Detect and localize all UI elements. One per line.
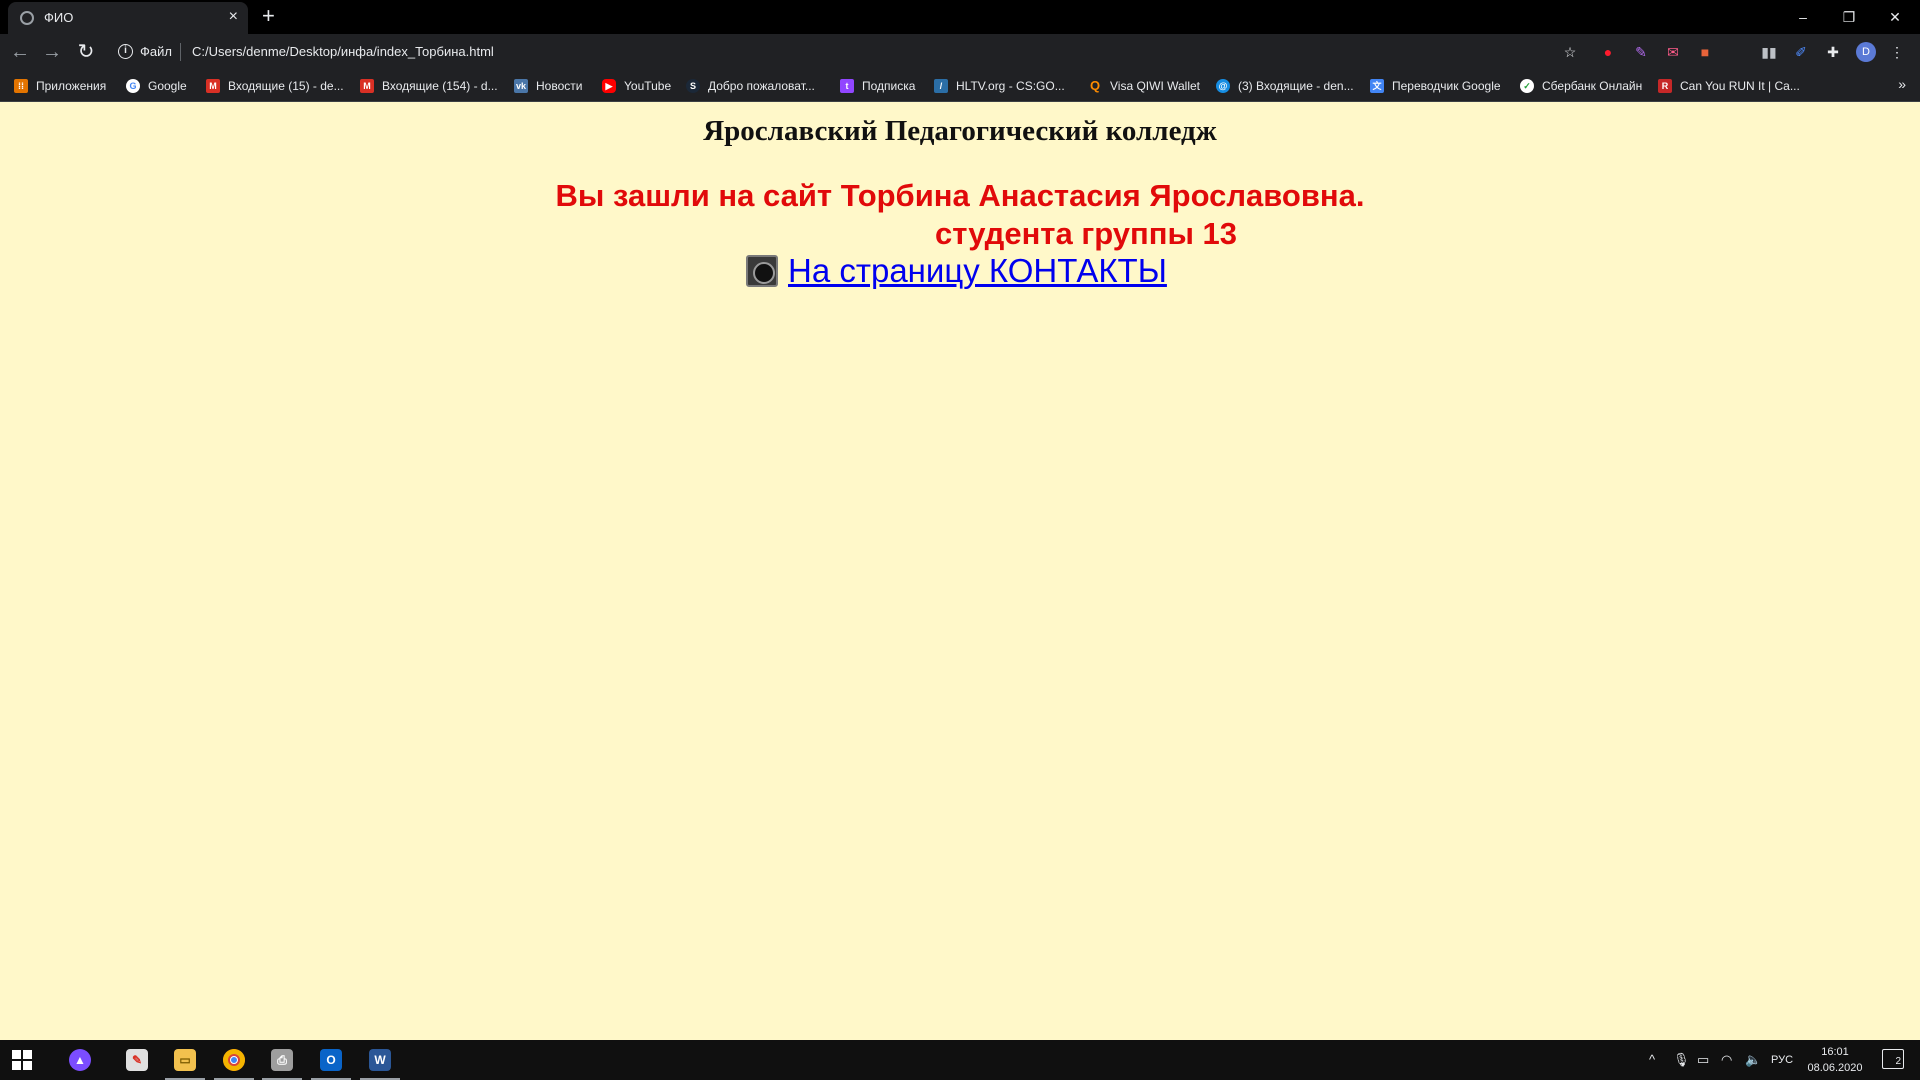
forward-button[interactable]: → xyxy=(40,40,64,64)
opera-icon[interactable]: ● xyxy=(1597,41,1619,63)
office-ext-icon[interactable]: ■ xyxy=(1694,41,1716,63)
address-bar[interactable]: i Файл C:/Users/denme/Desktop/инфа/index… xyxy=(112,38,1582,66)
greeting-text: Вы зашли на сайт Торбина Анастасия Яросл… xyxy=(555,178,1365,213)
volume-icon[interactable]: 🔈 xyxy=(1745,1052,1761,1068)
bookmark-twitch[interactable]: t Подписка xyxy=(840,77,915,95)
menu-icon[interactable]: ⋮ xyxy=(1886,41,1908,63)
chrome-icon[interactable] xyxy=(210,1040,258,1080)
tab-close-button[interactable]: × xyxy=(229,8,238,26)
contact-image-icon xyxy=(746,255,778,287)
bookmark-label: Входящие (15) - de... xyxy=(228,79,344,93)
minimize-button[interactable]: – xyxy=(1780,4,1826,30)
bookmark-label: Переводчик Google xyxy=(1392,79,1501,93)
bookmark-label: (3) Входящие - den... xyxy=(1238,79,1354,93)
youtube-icon: ▶ xyxy=(602,79,616,93)
system-clock[interactable]: 16:01 08.06.2020 xyxy=(1800,1044,1870,1076)
back-button[interactable]: ← xyxy=(8,40,32,64)
windows-start-icon[interactable] xyxy=(12,1050,34,1070)
tab-active[interactable]: ФИО × xyxy=(8,2,248,34)
translate-icon: 文 xyxy=(1370,79,1384,93)
google-icon: G xyxy=(126,79,140,93)
bookmarks-bar: ⁞⁞ Приложения G Google M Входящие (15) - de… xyxy=(0,70,1920,102)
bookmark-label: Новости xyxy=(536,79,583,93)
apps-grid-icon: ⁞⁞ xyxy=(14,79,28,93)
feather-icon[interactable]: ✎ xyxy=(1630,41,1652,63)
omnibox-divider xyxy=(180,43,181,61)
audio-ext-icon[interactable]: ▮▮ xyxy=(1758,41,1780,63)
bookmark-steam[interactable]: S Добро пожаловат... xyxy=(686,77,815,95)
microphone-icon[interactable]: 🎙 xyxy=(1673,1052,1690,1068)
bookmark-qiwi[interactable]: Q Visa QIWI Wallet xyxy=(1088,77,1200,95)
bookmark-hltv[interactable]: / HLTV.org - CS:GO... xyxy=(934,77,1065,95)
bookmark-label: Входящие (154) - d... xyxy=(382,79,498,93)
tray-chevron-icon[interactable]: ^ xyxy=(1649,1052,1655,1067)
window-close-button[interactable]: ✕ xyxy=(1872,4,1918,30)
gmail-icon: M xyxy=(360,79,374,93)
language-indicator[interactable]: РУС xyxy=(1771,1054,1793,1066)
bookmark-translate[interactable]: 文 Переводчик Google xyxy=(1370,77,1501,95)
wifi-icon[interactable]: ◠ xyxy=(1721,1052,1732,1068)
contact-row: На страницу КОНТАКТЫ xyxy=(746,252,1167,290)
profile-avatar[interactable]: D xyxy=(1856,42,1876,62)
bookmark-gmail-2[interactable]: M Входящие (154) - d... xyxy=(360,77,498,95)
steam-icon: S xyxy=(686,79,700,93)
bookmark-label: Can You RUN It | Ca... xyxy=(1680,79,1800,93)
twitch-icon: t xyxy=(840,79,854,93)
outlook-icon[interactable]: O xyxy=(307,1040,355,1080)
bookmark-google[interactable]: G Google xyxy=(126,77,187,95)
bookmark-label: YouTube xyxy=(624,79,672,93)
mailru-icon: @ xyxy=(1216,79,1230,93)
star-icon[interactable]: ☆ xyxy=(1559,41,1581,63)
bookmark-label: Сбербанк Онлайн xyxy=(1542,79,1643,93)
qiwi-icon: Q xyxy=(1089,78,1101,93)
vk-icon: vk xyxy=(514,79,528,93)
puzzle-icon[interactable]: ✚ xyxy=(1822,41,1844,63)
notifications-icon[interactable]: 2 xyxy=(1882,1049,1904,1069)
printer-icon[interactable]: ⎙ xyxy=(258,1040,306,1080)
bookmark-vk[interactable]: vk Новости xyxy=(514,77,582,95)
bookmark-label: Добро пожаловат... xyxy=(708,79,815,93)
battery-icon[interactable]: ▭ xyxy=(1697,1052,1709,1068)
browser-toolbar: ← → ↻ i Файл C:/Users/denme/Desktop/инфа… xyxy=(0,34,1920,70)
sberbank-icon: ✓ xyxy=(1520,79,1534,93)
alice-icon[interactable]: ▲ xyxy=(56,1040,104,1080)
paint-icon[interactable]: ✎ xyxy=(113,1040,161,1080)
bookmark-label: HLTV.org - CS:GO... xyxy=(956,79,1065,93)
bookmark-sberbank[interactable]: ✓ Сбербанк Онлайн xyxy=(1520,77,1642,95)
info-icon[interactable]: i xyxy=(118,44,133,59)
pen-ext-icon[interactable]: ✐ xyxy=(1790,41,1812,63)
bookmark-label: Visa QIWI Wallet xyxy=(1110,79,1201,93)
group-text: студента группы 13 xyxy=(935,216,1238,251)
bookmarks-overflow-button[interactable]: » xyxy=(1898,76,1906,92)
restore-button[interactable]: ❐ xyxy=(1826,4,1872,30)
word-icon[interactable]: W xyxy=(356,1040,404,1080)
bookmark-label: Подписка xyxy=(862,79,916,93)
bookmark-gmail-1[interactable]: M Входящие (15) - de... xyxy=(206,77,344,95)
bookmark-canyourunit[interactable]: R Can You RUN It | Ca... xyxy=(1658,77,1800,95)
tab-strip: ФИО × + – ❐ ✕ xyxy=(0,0,1920,34)
url-text[interactable]: C:/Users/denme/Desktop/инфа/index_Торбин… xyxy=(192,44,494,59)
gmail-icon: M xyxy=(206,79,220,93)
scheme-label: Файл xyxy=(140,44,172,59)
bookmark-apps[interactable]: ⁞⁞ Приложения xyxy=(14,77,106,95)
tab-title: ФИО xyxy=(44,10,74,25)
bookmark-label: Приложения xyxy=(36,79,107,93)
mail-ext-icon[interactable]: ✉ xyxy=(1662,41,1684,63)
college-heading: Ярославский Педагогический колледж xyxy=(703,115,1217,147)
clock-time: 16:01 xyxy=(1821,1046,1849,1058)
bookmark-label: Google xyxy=(148,79,187,93)
new-tab-button[interactable]: + xyxy=(262,5,275,27)
globe-icon xyxy=(20,11,34,25)
taskbar: ▲ ✎ ▭ ⎙ O W ^ 🎙 ▭ ◠ 🔈 РУС 16:01 08.06.20… xyxy=(0,1040,1920,1080)
hltv-icon: / xyxy=(934,79,948,93)
web-page: Ярославский Педагогический колледж Вы за… xyxy=(0,102,1920,1040)
reload-button[interactable]: ↻ xyxy=(74,40,98,64)
canyourunit-icon: R xyxy=(1658,79,1672,93)
contacts-link[interactable]: На страницу КОНТАКТЫ xyxy=(788,252,1167,290)
explorer-icon[interactable]: ▭ xyxy=(161,1040,209,1080)
bookmark-mailru[interactable]: @ (3) Входящие - den... xyxy=(1216,77,1354,95)
clock-date: 08.06.2020 xyxy=(1807,1062,1863,1074)
bookmark-youtube[interactable]: ▶ YouTube xyxy=(602,77,671,95)
